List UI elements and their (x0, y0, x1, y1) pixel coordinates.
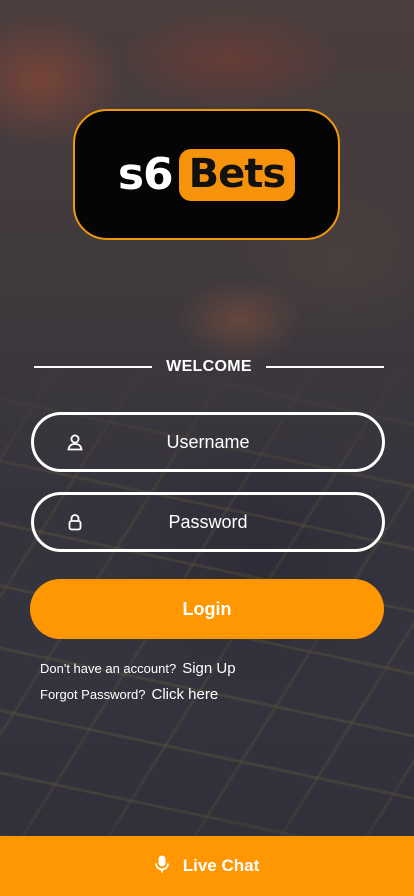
logo-text-bets: Bets (178, 148, 296, 201)
username-input[interactable] (98, 431, 318, 453)
account-links: Don't have an account? Sign Up Forgot Pa… (40, 660, 236, 712)
signup-row: Don't have an account? Sign Up (40, 660, 236, 686)
brand-logo: s6 Bets (73, 109, 340, 240)
password-input[interactable] (98, 511, 318, 533)
logo-text-s6: s6 (117, 149, 174, 200)
divider-left (34, 366, 153, 368)
forgot-row: Forgot Password? Click here (40, 686, 236, 712)
login-button[interactable]: Login (30, 579, 384, 639)
microphone-icon (154, 855, 169, 878)
divider-right (265, 366, 384, 368)
forgot-prompt: Forgot Password? (40, 687, 146, 702)
signup-link[interactable]: Sign Up (182, 660, 235, 677)
signup-prompt: Don't have an account? (40, 661, 177, 676)
lock-icon (66, 513, 84, 531)
welcome-heading: WELCOME (34, 356, 384, 378)
live-chat-label: Live Chat (182, 856, 260, 875)
welcome-title: WELCOME (166, 358, 252, 375)
username-field[interactable] (31, 412, 385, 472)
live-chat-button[interactable]: Live Chat (0, 836, 414, 896)
password-field[interactable] (31, 492, 385, 552)
forgot-password-link[interactable]: Click here (152, 686, 219, 703)
user-icon (66, 433, 84, 451)
